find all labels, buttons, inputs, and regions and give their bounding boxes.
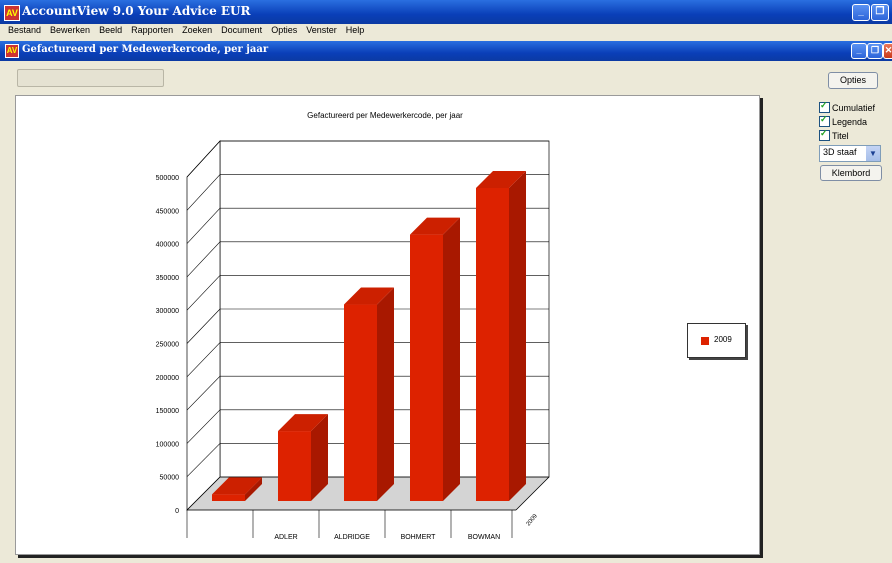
legend-swatch bbox=[701, 337, 709, 345]
menu-beeld[interactable]: Beeld bbox=[95, 24, 127, 35]
legenda-checkbox[interactable]: ✓ Legenda bbox=[819, 114, 868, 127]
chart-legend: 2009 bbox=[687, 323, 746, 358]
menu-help[interactable]: Help bbox=[342, 24, 370, 35]
y-tick-label: 300000 bbox=[156, 308, 179, 315]
chart-title: Gefactureerd per Medewerkercode, per jaa… bbox=[307, 111, 463, 120]
bar bbox=[212, 494, 245, 501]
child-window-title-bar: AV Gefactureerd per Medewerkercode, per … bbox=[0, 41, 892, 61]
chevron-down-icon[interactable]: ▼ bbox=[865, 146, 880, 161]
check-icon: ✓ bbox=[820, 128, 828, 138]
bar-side bbox=[509, 170, 526, 502]
titel-checkbox[interactable]: ✓ Titel bbox=[819, 128, 849, 141]
menu-bestand[interactable]: Bestand bbox=[0, 24, 46, 35]
bar bbox=[344, 304, 377, 501]
menu-bewerken[interactable]: Bewerken bbox=[46, 24, 95, 35]
bar-side bbox=[377, 287, 394, 501]
legenda-label: Legenda bbox=[832, 116, 868, 127]
accountview-logo-icon: AV bbox=[4, 5, 20, 21]
y-tick-label: 450000 bbox=[156, 208, 179, 215]
bar bbox=[278, 431, 311, 501]
x-tick-label: ALDRIDGE bbox=[334, 534, 370, 541]
klembord-button[interactable]: Klembord bbox=[820, 165, 882, 181]
child-minimize-icon[interactable]: _ bbox=[851, 43, 867, 59]
check-icon: ✓ bbox=[820, 114, 828, 124]
series-axis-label: 2009 bbox=[526, 513, 540, 528]
titel-label: Titel bbox=[832, 130, 849, 141]
x-tick-label: BOWMAN bbox=[468, 534, 500, 541]
menu-rapporten[interactable]: Rapporten bbox=[127, 24, 178, 35]
minimize-icon[interactable]: _ bbox=[852, 4, 870, 21]
legend-label: 2009 bbox=[714, 335, 732, 344]
y-tick-label: 50000 bbox=[160, 475, 180, 482]
app-title: AccountView 9.0 Your Advice EUR bbox=[22, 4, 251, 18]
x-tick-label: ADLER bbox=[274, 534, 297, 541]
y-tick-label: 400000 bbox=[156, 242, 179, 249]
x-tick-label: BOHMERT bbox=[401, 534, 437, 541]
chart-frame: Gefactureerd per Medewerkercode, per jaa… bbox=[15, 95, 760, 555]
accountview-child-icon: AV bbox=[5, 44, 19, 58]
child-close-icon[interactable]: ✕ bbox=[883, 43, 892, 59]
menu-bar: Bestand Bewerken Beeld Rapporten Zoeken Docum… bbox=[0, 24, 892, 40]
cumulatief-label: Cumulatief bbox=[832, 102, 876, 113]
check-icon: ✓ bbox=[820, 100, 828, 110]
cumulatief-checkbox[interactable]: ✓ Cumulatief bbox=[819, 100, 876, 113]
bar bbox=[476, 187, 509, 502]
y-tick-label: 150000 bbox=[156, 408, 179, 415]
menu-document[interactable]: Document bbox=[217, 24, 267, 35]
menu-opties[interactable]: Opties bbox=[267, 24, 302, 35]
y-tick-label: 250000 bbox=[156, 342, 179, 349]
menu-zoeken[interactable]: Zoeken bbox=[178, 24, 217, 35]
y-tick-label: 0 bbox=[175, 508, 179, 515]
child-restore-icon[interactable]: ❐ bbox=[867, 43, 883, 59]
chart-svg: Gefactureerd per Medewerkercode, per jaa… bbox=[156, 111, 550, 541]
y-tick-label: 100000 bbox=[156, 441, 179, 448]
filter-field[interactable] bbox=[17, 69, 164, 87]
restore-icon[interactable]: ❐ bbox=[871, 4, 889, 21]
child-window-title: Gefactureerd per Medewerkercode, per jaa… bbox=[22, 44, 269, 55]
y-tick-label: 500000 bbox=[156, 175, 179, 182]
chart-type-select[interactable]: 3D staaf ▼ bbox=[819, 145, 881, 162]
y-tick-label: 200000 bbox=[156, 375, 179, 382]
chart-side-wall bbox=[186, 140, 221, 511]
opties-button[interactable]: Opties bbox=[828, 72, 878, 89]
app-title-bar: AV AccountView 9.0 Your Advice EUR _ ❐ bbox=[0, 0, 892, 24]
bar bbox=[410, 234, 443, 501]
y-tick-label: 350000 bbox=[156, 275, 179, 282]
menu-venster[interactable]: Venster bbox=[302, 24, 342, 35]
bar-side bbox=[443, 217, 460, 501]
chart-type-value: 3D staaf bbox=[823, 147, 857, 157]
